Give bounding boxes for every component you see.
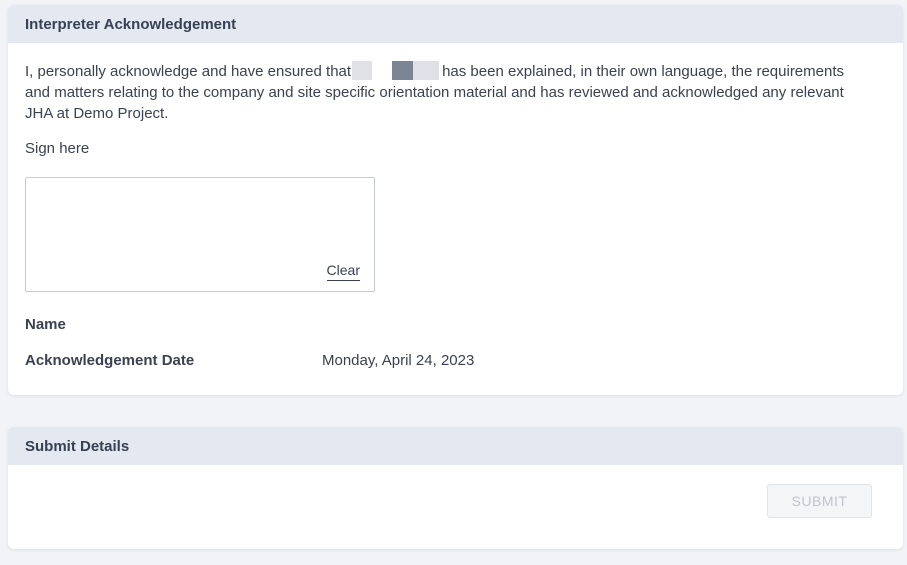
- redacted-name-block: [352, 61, 373, 80]
- acknowledgement-date-value: Monday, April 24, 2023: [322, 352, 475, 369]
- redacted-name-block: [413, 61, 440, 80]
- redacted-gap: [372, 61, 392, 80]
- clear-signature-button[interactable]: Clear: [326, 262, 360, 281]
- submit-details-card: Submit Details SUBMIT: [8, 427, 903, 549]
- sign-here-label: Sign here: [25, 140, 90, 157]
- submit-card-title: Submit Details: [8, 427, 903, 465]
- name-label: Name: [25, 316, 66, 333]
- interpreter-card-title: Interpreter Acknowledgement: [8, 5, 903, 43]
- acknowledgement-date-label: Acknowledgement Date: [25, 352, 195, 369]
- ack-text-before: I, personally acknowledge and have ensur…: [25, 63, 352, 80]
- signature-pad[interactable]: Clear: [25, 177, 375, 292]
- acknowledgement-text: I, personally acknowledge and have ensur…: [25, 61, 845, 124]
- submit-button[interactable]: SUBMIT: [767, 484, 872, 518]
- interpreter-acknowledgement-card: Interpreter Acknowledgement I, personall…: [8, 5, 903, 395]
- redacted-name-block: [392, 61, 414, 80]
